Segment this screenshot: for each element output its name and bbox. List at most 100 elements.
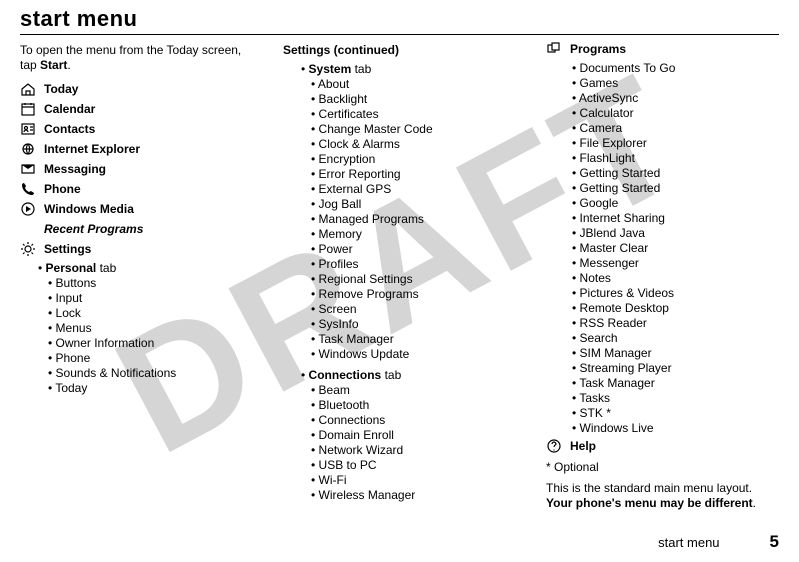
calendar-icon (20, 101, 36, 117)
list-item: Master Clear (572, 241, 779, 256)
help-icon (546, 438, 562, 454)
list-item: Sounds & Notifications (48, 366, 253, 381)
menu-label: Help (570, 439, 596, 454)
list-item: Certificates (311, 107, 516, 122)
list-item: Pictures & Videos (572, 286, 779, 301)
list-item: Domain Enroll (311, 428, 516, 443)
programs-icon (546, 41, 562, 57)
list-item: Clock & Alarms (311, 137, 516, 152)
menu-label: Programs (570, 42, 626, 57)
column-3: Programs Documents To GoGamesActiveSyncC… (546, 37, 779, 511)
footer-label: start menu (658, 535, 719, 550)
programs-list: Documents To GoGamesActiveSyncCalculator… (572, 61, 779, 436)
gear-icon (20, 241, 36, 257)
settings-personal: Personal tab ButtonsInputLockMenusOwner … (38, 261, 253, 396)
menu-item-programs: Programs (546, 41, 779, 57)
list-item: JBlend Java (572, 226, 779, 241)
intro-text: To open the menu from the Today screen, … (20, 43, 253, 73)
list-item: RSS Reader (572, 316, 779, 331)
list-item: Backlight (311, 92, 516, 107)
media-icon (20, 201, 36, 217)
list-item: Google (572, 196, 779, 211)
list-item: STK * (572, 406, 779, 421)
column-1: To open the menu from the Today screen, … (20, 37, 253, 511)
list-item: Windows Update (311, 347, 516, 362)
list-item: Network Wizard (311, 443, 516, 458)
ie-icon (20, 141, 36, 157)
settings-continued: Settings (continued) (283, 43, 516, 58)
list-item: Profiles (311, 257, 516, 272)
list-item: Task Manager (572, 376, 779, 391)
menu-item-messaging: Messaging (20, 161, 253, 177)
menu-item-phone: Phone (20, 181, 253, 197)
contacts-icon (20, 121, 36, 137)
list-item: ActiveSync (572, 91, 779, 106)
list-item: Windows Live (572, 421, 779, 436)
mail-icon (20, 161, 36, 177)
list-item: USB to PC (311, 458, 516, 473)
list-item: Camera (572, 121, 779, 136)
list-item: Managed Programs (311, 212, 516, 227)
list-item: About (311, 77, 516, 92)
list-item: Getting Started (572, 166, 779, 181)
list-item: Input (48, 291, 253, 306)
menu-label: Settings (44, 242, 91, 257)
list-item: Bluetooth (311, 398, 516, 413)
list-item: Notes (572, 271, 779, 286)
home-icon (20, 81, 36, 97)
menu-item-help: Help (546, 438, 779, 454)
list-item: Jog Ball (311, 197, 516, 212)
menu-item-wm: Windows Media (20, 201, 253, 217)
list-item: Getting Started (572, 181, 779, 196)
settings-system: System tab AboutBacklightCertificatesCha… (301, 62, 516, 362)
list-item: Power (311, 242, 516, 257)
list-item: Messenger (572, 256, 779, 271)
list-item: Calculator (572, 106, 779, 121)
list-item: Screen (311, 302, 516, 317)
list-item: Remove Programs (311, 287, 516, 302)
list-item: Regional Settings (311, 272, 516, 287)
menu-label: Messaging (44, 162, 106, 177)
menu-label: Internet Explorer (44, 142, 140, 157)
list-item: Phone (48, 351, 253, 366)
list-item: File Explorer (572, 136, 779, 151)
list-item: Streaming Player (572, 361, 779, 376)
menu-label: Calendar (44, 102, 95, 117)
list-item: External GPS (311, 182, 516, 197)
list-item: Error Reporting (311, 167, 516, 182)
menu-item-ie: Internet Explorer (20, 141, 253, 157)
menu-label: Phone (44, 182, 81, 197)
list-item: Memory (311, 227, 516, 242)
list-item: Encryption (311, 152, 516, 167)
page-number: 5 (770, 532, 779, 552)
optional-note: * Optional (546, 460, 779, 475)
menu-label: Windows Media (44, 202, 134, 217)
list-item: Buttons (48, 276, 253, 291)
list-item: Connections (311, 413, 516, 428)
list-item: SysInfo (311, 317, 516, 332)
settings-connections: Connections tab BeamBluetoothConnections… (301, 368, 516, 503)
menu-label: Today (44, 82, 78, 97)
list-item: Documents To Go (572, 61, 779, 76)
list-item: Tasks (572, 391, 779, 406)
list-item: Lock (48, 306, 253, 321)
menu-item-contacts: Contacts (20, 121, 253, 137)
list-item: Internet Sharing (572, 211, 779, 226)
menu-item-settings: Settings (20, 241, 253, 257)
list-item: Search (572, 331, 779, 346)
list-item: Wi-Fi (311, 473, 516, 488)
list-item: Beam (311, 383, 516, 398)
list-item: Games (572, 76, 779, 91)
list-item: Owner Information (48, 336, 253, 351)
list-item: SIM Manager (572, 346, 779, 361)
page-footer: start menu 5 (658, 532, 779, 552)
list-item: Task Manager (311, 332, 516, 347)
menu-label: Recent Programs (44, 222, 143, 237)
phone-icon (20, 181, 36, 197)
list-item: Today (48, 381, 253, 396)
menu-item-recent: Recent Programs (20, 221, 253, 237)
closing-note: This is the standard main menu layout. Y… (546, 481, 779, 511)
menu-item-calendar: Calendar (20, 101, 253, 117)
menu-label: Contacts (44, 122, 95, 137)
list-item: Remote Desktop (572, 301, 779, 316)
